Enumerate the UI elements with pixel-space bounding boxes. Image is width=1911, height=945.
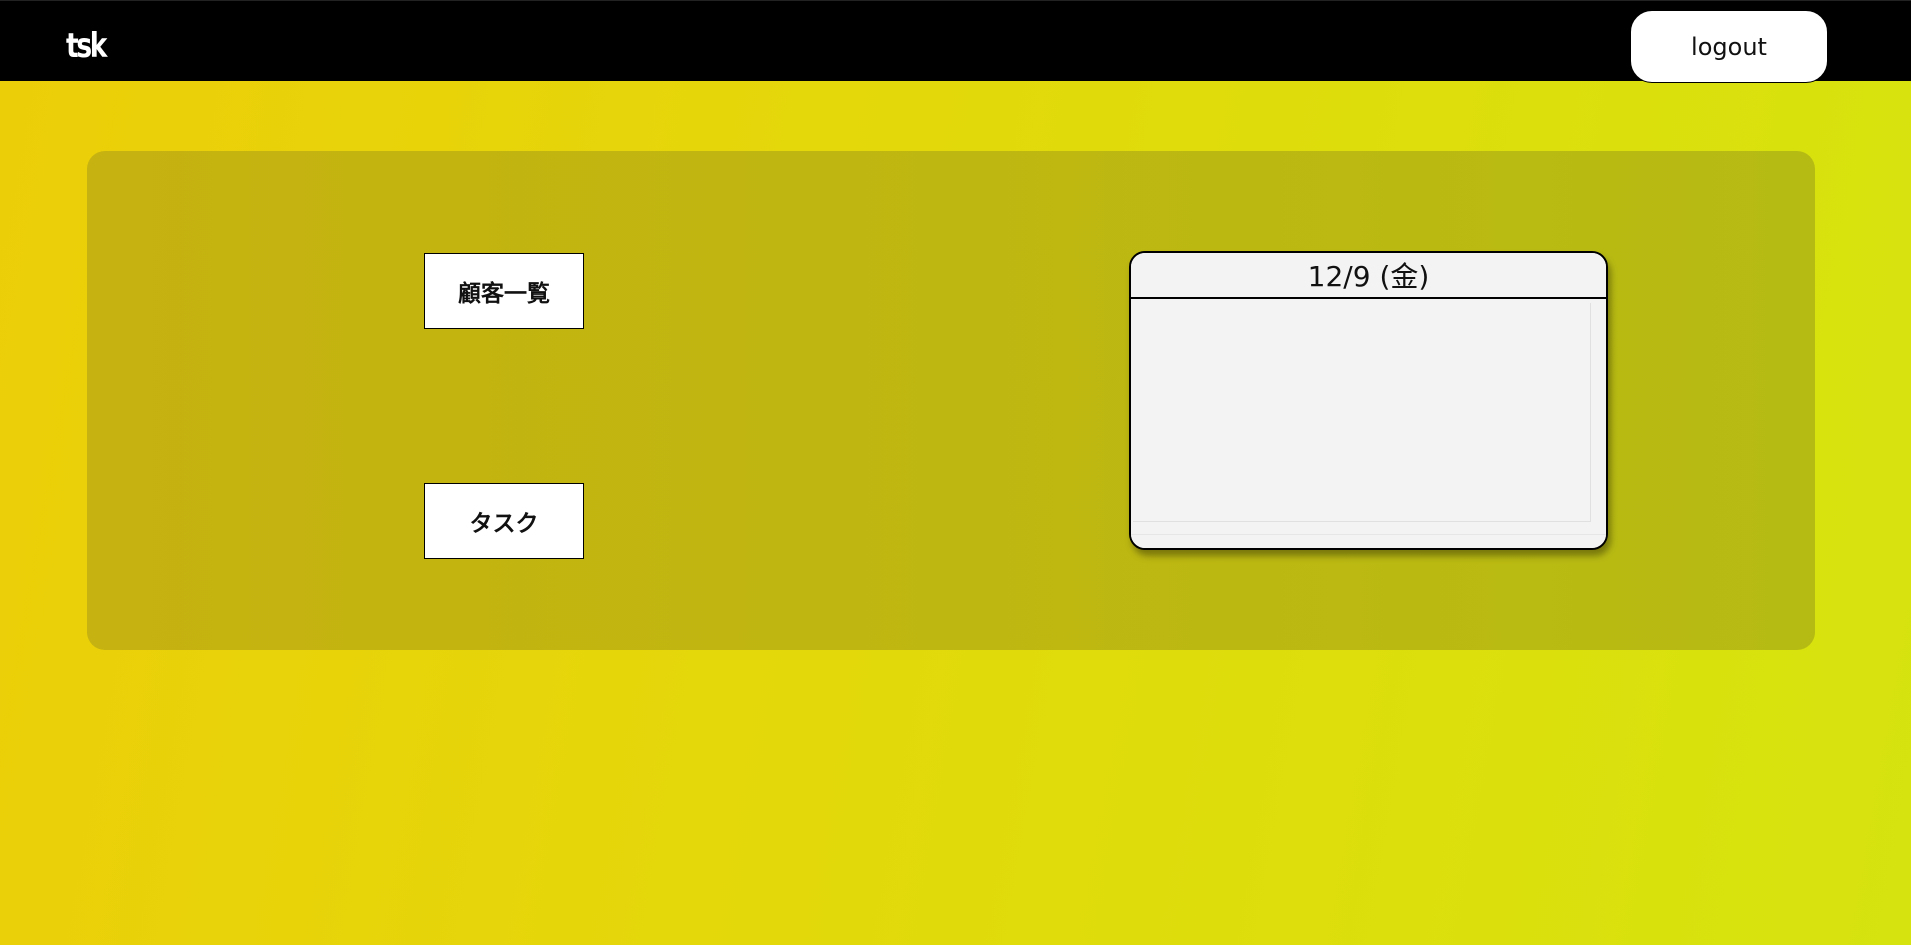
top-navbar: tsk logout (0, 0, 1911, 83)
app-logo[interactable]: tsk (66, 29, 107, 63)
customer-list-button[interactable]: 顧客一覧 (424, 253, 584, 329)
logout-button[interactable]: logout (1630, 10, 1828, 83)
schedule-scrollbar-area[interactable] (1131, 534, 1606, 548)
schedule-content-area[interactable] (1133, 303, 1591, 522)
schedule-date-header: 12/9 (金) (1131, 253, 1606, 299)
daily-schedule-card: 12/9 (金) (1129, 251, 1608, 550)
tasks-button[interactable]: タスク (424, 483, 584, 559)
